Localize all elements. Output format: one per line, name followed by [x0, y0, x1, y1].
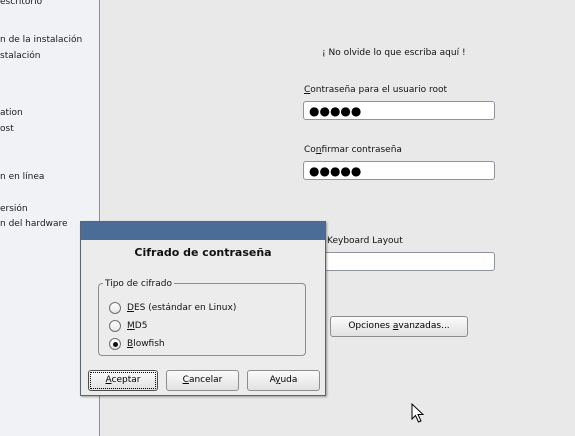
- step-item: stalación: [0, 51, 41, 61]
- step-item: ost: [0, 124, 14, 134]
- dialog-title: Cifrado de contraseña: [134, 246, 272, 259]
- step-item: ersión: [0, 204, 28, 214]
- step-item: ation: [0, 108, 23, 118]
- keyboard-layout-input[interactable]: [303, 252, 495, 271]
- mouse-pointer-icon: [411, 403, 425, 423]
- confirm-password-input[interactable]: [303, 161, 495, 180]
- encryption-type-label: Tipo de cifrado: [103, 279, 174, 289]
- radio-md5-label: MD5: [127, 321, 148, 331]
- cancel-button[interactable]: Cancelar: [166, 370, 239, 391]
- radio-blowfish-indicator[interactable]: [109, 338, 121, 350]
- root-password-input[interactable]: [303, 101, 495, 120]
- radio-blowfish-label: Blowfish: [127, 339, 165, 349]
- radio-des-label: DES (estándar en Linux): [127, 303, 237, 313]
- step-item: n del hardware: [0, 219, 68, 229]
- step-item: escritorio: [0, 0, 43, 7]
- root-password-label: Contraseña para el usuario root: [304, 85, 447, 95]
- radio-md5-indicator[interactable]: [109, 320, 121, 332]
- password-encryption-dialog: Cifrado de contraseña Tipo de cifrado DE…: [80, 221, 326, 396]
- help-button[interactable]: Ayuda: [247, 370, 320, 391]
- advanced-options-button[interactable]: Opciones avanzadas...: [330, 316, 468, 337]
- dialog-titlebar[interactable]: [81, 222, 325, 240]
- confirm-password-label: Confirmar contraseña: [304, 145, 402, 155]
- radio-des-indicator[interactable]: [109, 302, 121, 314]
- password-reminder: ¡ No olvide lo que escriba aquí !: [322, 48, 466, 58]
- accept-button[interactable]: Aceptar: [88, 370, 158, 391]
- step-item: n en línea: [0, 172, 45, 182]
- keyboard-layout-label: Keyboard Layout: [327, 236, 403, 246]
- step-item: n de la instalación: [0, 35, 83, 45]
